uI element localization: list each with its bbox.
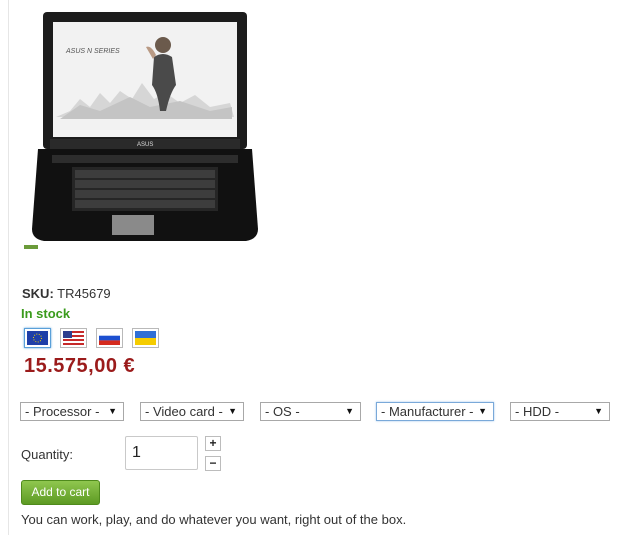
chevron-down-icon: ▼ bbox=[594, 406, 603, 416]
screen-series-text: ASUS N SERIES bbox=[65, 48, 120, 55]
chevron-down-icon: ▼ bbox=[228, 406, 237, 416]
processor-select-value: - Processor - bbox=[25, 404, 100, 419]
left-divider bbox=[8, 0, 9, 535]
quantity-input[interactable] bbox=[125, 436, 198, 470]
sku-value: TR45679 bbox=[57, 286, 111, 301]
product-price: 15.575,00 € bbox=[24, 355, 136, 377]
stock-status: In stock bbox=[21, 306, 71, 321]
product-description: You can work, play, and do whatever you … bbox=[21, 512, 407, 527]
us-flag-icon[interactable] bbox=[60, 328, 87, 348]
processor-select[interactable]: - Processor - ▼ bbox=[20, 402, 124, 421]
sku-line: SKU: TR45679 bbox=[22, 286, 111, 301]
chevron-down-icon: ▼ bbox=[478, 406, 487, 416]
manufacturer-select[interactable]: - Manufacturer - ▼ bbox=[376, 402, 494, 421]
laptop-logo-text: ASUS bbox=[137, 142, 153, 148]
hdd-select[interactable]: - HDD - ▼ bbox=[510, 402, 610, 421]
quantity-increase-button[interactable]: + bbox=[205, 436, 221, 451]
video-card-select-value: - Video card - bbox=[145, 404, 223, 419]
chevron-down-icon: ▼ bbox=[345, 406, 354, 416]
chevron-down-icon: ▼ bbox=[108, 406, 117, 416]
sku-label: SKU: bbox=[22, 286, 54, 301]
manufacturer-select-value: - Manufacturer - bbox=[381, 404, 474, 419]
hdd-select-value: - HDD - bbox=[515, 404, 560, 419]
laptop-image: ASUS N SERIES ASUS bbox=[24, 12, 258, 249]
ua-flag-icon[interactable] bbox=[132, 328, 159, 348]
quantity-label: Quantity: bbox=[21, 447, 74, 462]
os-select[interactable]: - OS - ▼ bbox=[260, 402, 361, 421]
eu-flag-icon[interactable] bbox=[24, 328, 51, 348]
ru-flag-icon[interactable] bbox=[96, 328, 123, 348]
os-select-value: - OS - bbox=[265, 404, 300, 419]
product-image[interactable]: ASUS N SERIES ASUS bbox=[20, 7, 266, 257]
currency-selector bbox=[24, 328, 159, 348]
add-to-cart-button[interactable]: Add to cart bbox=[21, 480, 100, 505]
video-card-select[interactable]: - Video card - ▼ bbox=[140, 402, 244, 421]
quantity-decrease-button[interactable]: − bbox=[205, 456, 221, 471]
